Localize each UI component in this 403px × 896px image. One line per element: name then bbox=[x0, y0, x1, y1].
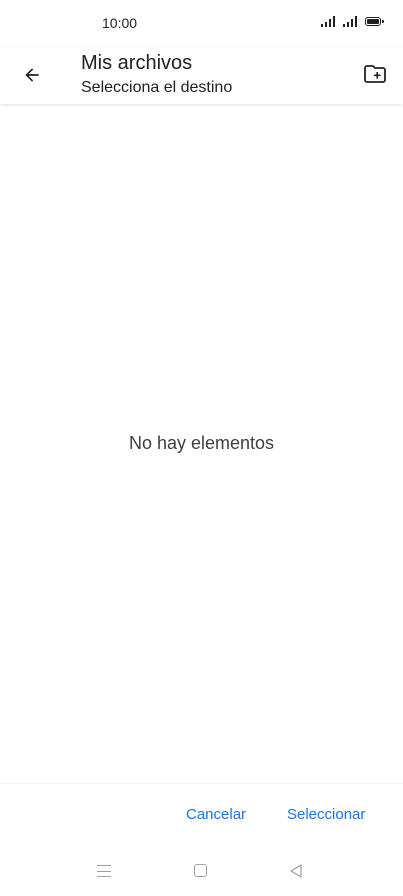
cancel-button[interactable]: Cancelar bbox=[186, 806, 246, 823]
new-folder-button[interactable] bbox=[361, 60, 389, 88]
arrow-left-icon bbox=[25, 68, 39, 82]
page-title: Mis archivos bbox=[81, 52, 193, 74]
home-icon[interactable] bbox=[194, 864, 207, 877]
back-button[interactable] bbox=[18, 61, 46, 89]
select-button[interactable]: Seleccionar bbox=[287, 806, 365, 823]
page-subtitle: Selecciona el destino bbox=[81, 79, 233, 96]
back-triangle-icon[interactable] bbox=[288, 863, 304, 879]
battery-icon bbox=[365, 17, 384, 26]
status-time: 10:00 bbox=[102, 15, 138, 31]
action-bar-divider bbox=[0, 783, 403, 784]
status-bar: 10:00 bbox=[0, 0, 403, 48]
create-new-folder-icon bbox=[364, 65, 386, 83]
signal-icon bbox=[321, 15, 335, 27]
empty-state-message: No hay elementos bbox=[128, 433, 275, 453]
signal-icon-secondary bbox=[343, 15, 357, 27]
system-nav-bar bbox=[0, 850, 403, 896]
app-bar: Mis archivos Selecciona el destino bbox=[0, 48, 403, 104]
menu-icon[interactable] bbox=[97, 865, 111, 877]
status-icons bbox=[321, 15, 384, 27]
